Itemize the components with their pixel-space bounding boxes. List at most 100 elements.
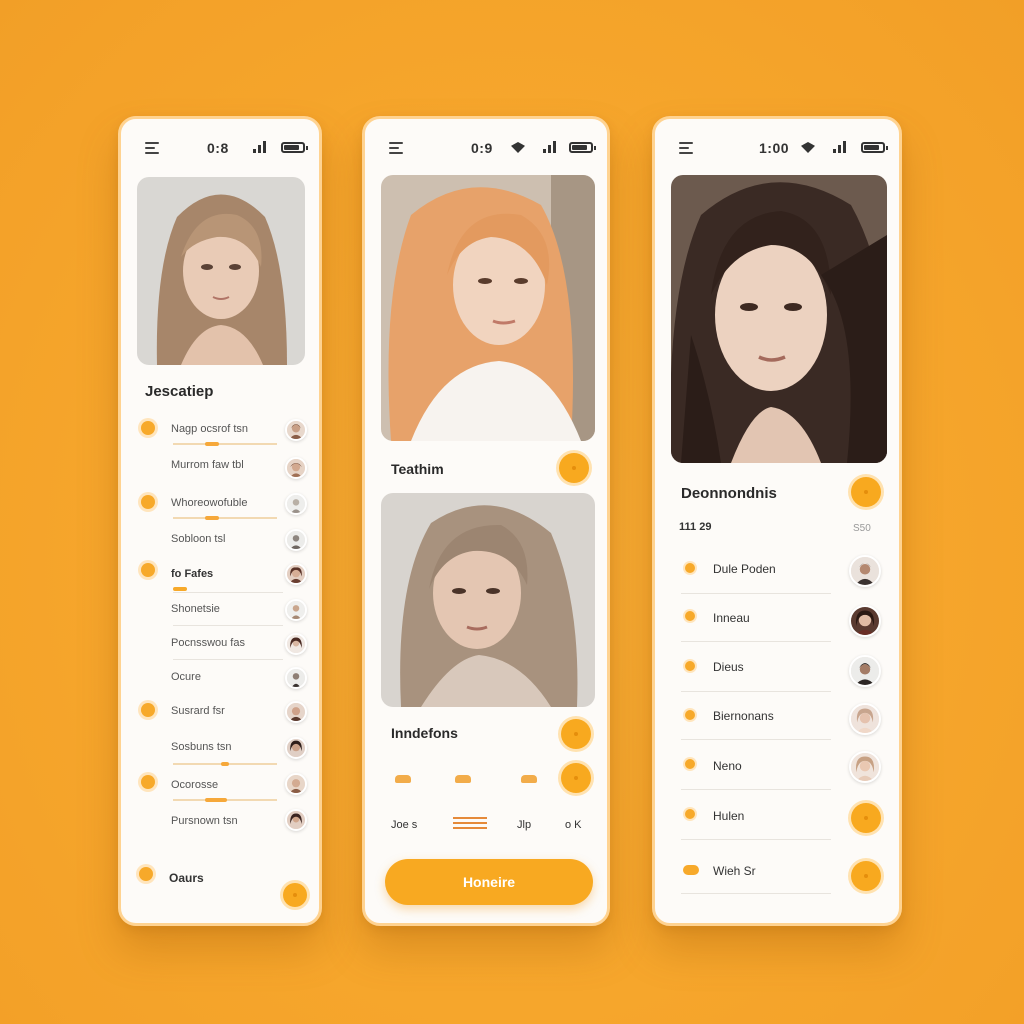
stats-value: S50 [853, 523, 871, 534]
list-bullet [683, 865, 699, 875]
action-button[interactable] [851, 477, 881, 507]
list-bullet [139, 867, 153, 881]
list-item[interactable]: Ocure [171, 671, 201, 683]
section-heading: Deonnondnis [681, 485, 777, 502]
star-icon[interactable] [455, 775, 471, 783]
wifi-icon [801, 142, 815, 153]
stats-value: 111 29 [679, 521, 712, 533]
heart-icon[interactable] [395, 775, 411, 783]
list-item[interactable]: Neno [713, 759, 742, 773]
list-item[interactable]: Ocorosse [171, 779, 218, 791]
divider [681, 839, 831, 840]
list-bullet [685, 759, 695, 769]
avatar[interactable] [849, 555, 881, 587]
divider [681, 691, 831, 692]
divider [681, 893, 831, 894]
add-button[interactable] [561, 763, 591, 793]
avatar[interactable] [849, 655, 881, 687]
list-bullet [685, 809, 695, 819]
list-item[interactable]: fo Fafes [171, 568, 213, 580]
divider [681, 641, 831, 642]
action-button[interactable] [283, 883, 307, 907]
tab-item[interactable]: Joe s [391, 819, 417, 831]
signal-icon [253, 141, 267, 153]
menu-icon[interactable] [679, 142, 693, 154]
list-bullet [141, 495, 155, 509]
list-item[interactable]: Susrard fsr [171, 705, 225, 717]
status-bar: 0:8 [121, 137, 319, 161]
list-item[interactable]: Biernonans [713, 709, 774, 723]
avatar[interactable] [849, 751, 881, 783]
status-bar: 0:9 [365, 137, 607, 161]
signal-icon [543, 141, 557, 153]
list-bullet [685, 563, 695, 573]
list-item[interactable]: Wieh Sr [713, 864, 756, 878]
avatar[interactable] [285, 633, 307, 655]
card-title: Inndefons [391, 725, 458, 741]
like-button[interactable] [559, 453, 589, 483]
profile-photo[interactable] [381, 493, 595, 707]
list-item[interactable]: Murrom faw tbl [171, 459, 244, 471]
list-item[interactable]: Dieus [713, 660, 744, 674]
avatar[interactable] [285, 701, 307, 723]
avatar[interactable] [285, 493, 307, 515]
list-bullet [141, 775, 155, 789]
tab-item[interactable]: o K [565, 819, 582, 831]
progress-bar [173, 798, 277, 802]
menu-icon[interactable] [145, 142, 159, 154]
avatar[interactable] [285, 563, 307, 585]
phone-screen-1: 0:8 Jescatiep Nagp ocsrof tsn Murrom faw… [118, 116, 322, 926]
profile-photo[interactable] [671, 175, 887, 463]
list-item[interactable]: Shonetsie [171, 603, 220, 615]
avatar[interactable] [849, 605, 881, 637]
menu-icon[interactable] [389, 142, 403, 154]
avatar[interactable] [285, 737, 307, 759]
progress-bar [173, 516, 277, 520]
avatar[interactable] [285, 773, 307, 795]
tab-item[interactable]: Jlp [517, 819, 531, 831]
avatar[interactable] [849, 703, 881, 735]
list-item[interactable]: Pocnsswou fas [171, 637, 245, 649]
profile-photo[interactable] [381, 175, 595, 441]
progress-bar [173, 762, 277, 766]
list-bullet [685, 611, 695, 621]
avatar[interactable] [285, 529, 307, 551]
wifi-icon [511, 142, 525, 153]
avatar[interactable] [285, 809, 307, 831]
battery-icon [281, 142, 308, 153]
list-bullet [141, 563, 155, 577]
avatar[interactable] [285, 667, 307, 689]
avatar[interactable] [285, 457, 307, 479]
divider [681, 789, 831, 790]
like-button[interactable] [561, 719, 591, 749]
list-bullet [685, 661, 695, 671]
status-time: 0:9 [471, 140, 493, 156]
avatar[interactable] [285, 599, 307, 621]
profile-photo[interactable] [137, 177, 305, 365]
footer-label[interactable]: Oaurs [169, 871, 204, 885]
list-item[interactable]: Sosbuns tsn [171, 741, 232, 753]
list-bullet [141, 703, 155, 717]
list-item[interactable]: Dule Poden [713, 562, 776, 576]
status-bar: 1:00 [655, 137, 899, 161]
list-item[interactable]: Inneau [713, 611, 750, 625]
battery-icon [861, 142, 888, 153]
equalizer-icon[interactable] [453, 817, 487, 829]
status-time: 0:8 [207, 140, 229, 156]
section-heading: Jescatiep [145, 383, 214, 400]
primary-cta-button[interactable]: Honeire [385, 859, 593, 905]
divider [173, 625, 283, 626]
divider [173, 592, 283, 593]
action-button[interactable] [851, 803, 881, 833]
progress-mark [173, 587, 187, 591]
list-item[interactable]: Whoreowofuble [171, 497, 247, 509]
list-item[interactable]: Hulen [713, 809, 744, 823]
action-button[interactable] [851, 861, 881, 891]
list-item[interactable]: Nagp ocsrof tsn [171, 423, 248, 435]
list-item[interactable]: Pursnown tsn [171, 815, 238, 827]
chat-icon[interactable] [521, 775, 537, 783]
list-item[interactable]: Sobloon tsl [171, 533, 225, 545]
list-bullet [685, 710, 695, 720]
avatar[interactable] [285, 419, 307, 441]
battery-icon [569, 142, 596, 153]
